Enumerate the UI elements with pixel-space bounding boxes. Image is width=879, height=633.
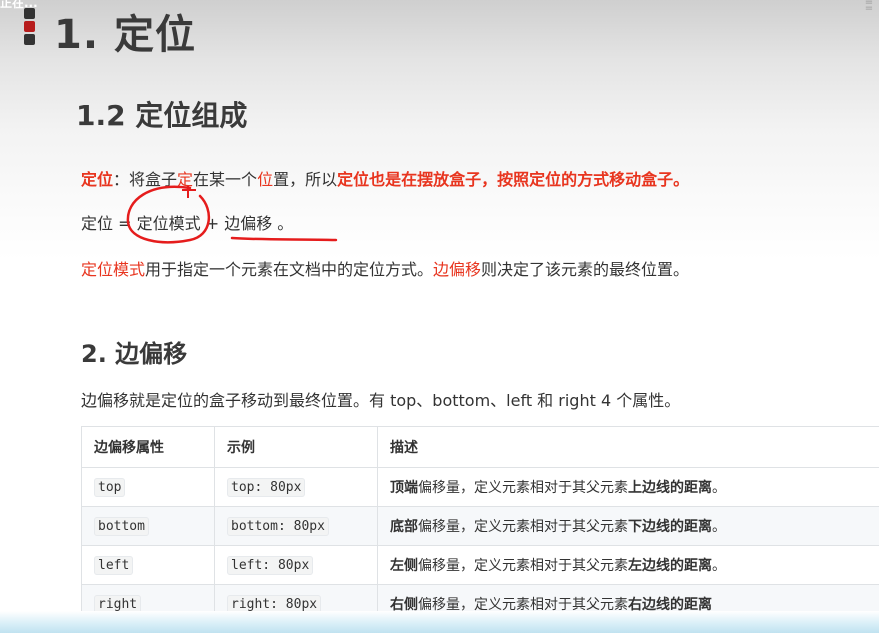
- description-cell: 顶端偏移量，定义元素相对于其父元素上边线的距离。: [377, 467, 879, 507]
- table-header-row: 边偏移属性 示例 描述: [81, 426, 879, 468]
- desc-bold: 左边线的距离: [628, 558, 712, 574]
- desc-bold: 上边线的距离: [628, 480, 712, 496]
- description-cell: 左侧偏移量，定义元素相对于其父元素左边线的距离。: [377, 545, 879, 585]
- desc-text: 偏移量，定义元素相对于其父元素: [418, 558, 628, 574]
- table-row: top top: 80px 顶端偏移量，定义元素相对于其父元素上边线的距离。: [81, 467, 879, 507]
- desc-text: 偏移量，定义元素相对于其父元素: [418, 480, 628, 496]
- prop-cell: top: [81, 467, 215, 507]
- prop-cell: left: [81, 545, 215, 585]
- term-positioning: 定位: [81, 170, 114, 189]
- definition-line: 定位：将盒子定在某一个位置，所以定位也是在摆放盒子，按照定位的方式移动盒子。: [81, 166, 689, 190]
- desc-end: 。: [712, 558, 726, 574]
- section-heading-offset: 2. 边偏移: [81, 340, 188, 368]
- formula-left: 定位 =: [81, 214, 137, 233]
- example-code: top: 80px: [227, 478, 306, 497]
- description-cell: 底部偏移量，定义元素相对于其父元素下边线的距离。: [377, 506, 879, 546]
- desc-bold: 左侧: [390, 558, 418, 574]
- example-cell: left: 80px: [214, 545, 378, 585]
- text-fragment: ：将盒子: [113, 170, 178, 189]
- text-fragment: 置，所以: [273, 170, 338, 189]
- emphasis-text: 定位也是在摆放盒子，按照定位的方式移动盒子。: [337, 170, 690, 189]
- prop-code: top: [94, 478, 126, 497]
- column-header: 描述: [377, 426, 879, 468]
- heading-marker-icon: [24, 8, 35, 47]
- desc-end: 。: [712, 519, 726, 535]
- table-row: left left: 80px 左侧偏移量，定义元素相对于其父元素左边线的距离。: [81, 545, 879, 585]
- formula-end: 。: [272, 214, 294, 233]
- section-heading-composition: 1.2 定位组成: [76, 99, 248, 132]
- table-row: bottom bottom: 80px 底部偏移量，定义元素相对于其父元素下边线…: [81, 506, 879, 546]
- formula-offset: 边偏移: [224, 214, 273, 233]
- offset-intro: 边偏移就是定位的盒子移动到最终位置。有 top、bottom、left 和 ri…: [81, 391, 681, 410]
- desc-text: 偏移量，定义元素相对于其父元素: [418, 519, 628, 535]
- example-cell: top: 80px: [214, 467, 378, 507]
- highlight-char: 定: [177, 170, 194, 189]
- prop-code: bottom: [94, 517, 149, 536]
- desc-end: 。: [712, 480, 726, 496]
- prop-code: left: [94, 556, 134, 575]
- example-cell: bottom: 80px: [214, 506, 378, 546]
- desc-bold: 底部: [390, 519, 418, 535]
- example-code: left: 80px: [227, 556, 314, 575]
- term-mode: 定位模式: [81, 260, 146, 279]
- text-fragment: 在某一个: [193, 170, 258, 189]
- formula-mode: 定位模式: [136, 214, 201, 233]
- desc-bold: 顶端: [390, 480, 418, 496]
- text-fragment: 则决定了该元素的最终位置。: [481, 260, 690, 279]
- formula-line: 定位 = 定位模式 + 边偏移 。: [81, 210, 293, 234]
- desc-bold: 下边线的距离: [628, 519, 712, 535]
- bottom-decoration: [0, 611, 879, 633]
- example-code: bottom: 80px: [227, 517, 329, 536]
- highlight-char: 位: [257, 170, 274, 189]
- prop-cell: bottom: [81, 506, 215, 546]
- column-header: 示例: [214, 426, 378, 468]
- column-header: 边偏移属性: [81, 426, 215, 468]
- page-title: 1. 定位: [54, 12, 196, 58]
- offset-properties-table: 边偏移属性 示例 描述 top top: 80px 顶端偏移量，定义元素相对于其…: [81, 426, 879, 624]
- scroll-handle-icon[interactable]: = =: [863, 0, 875, 14]
- text-fragment: 用于指定一个元素在文档中的定位方式。: [145, 260, 434, 279]
- explanation-line: 定位模式用于指定一个元素在文档中的定位方式。边偏移则决定了该元素的最终位置。: [81, 256, 689, 280]
- term-offset: 边偏移: [433, 260, 482, 279]
- formula-plus: +: [200, 214, 225, 233]
